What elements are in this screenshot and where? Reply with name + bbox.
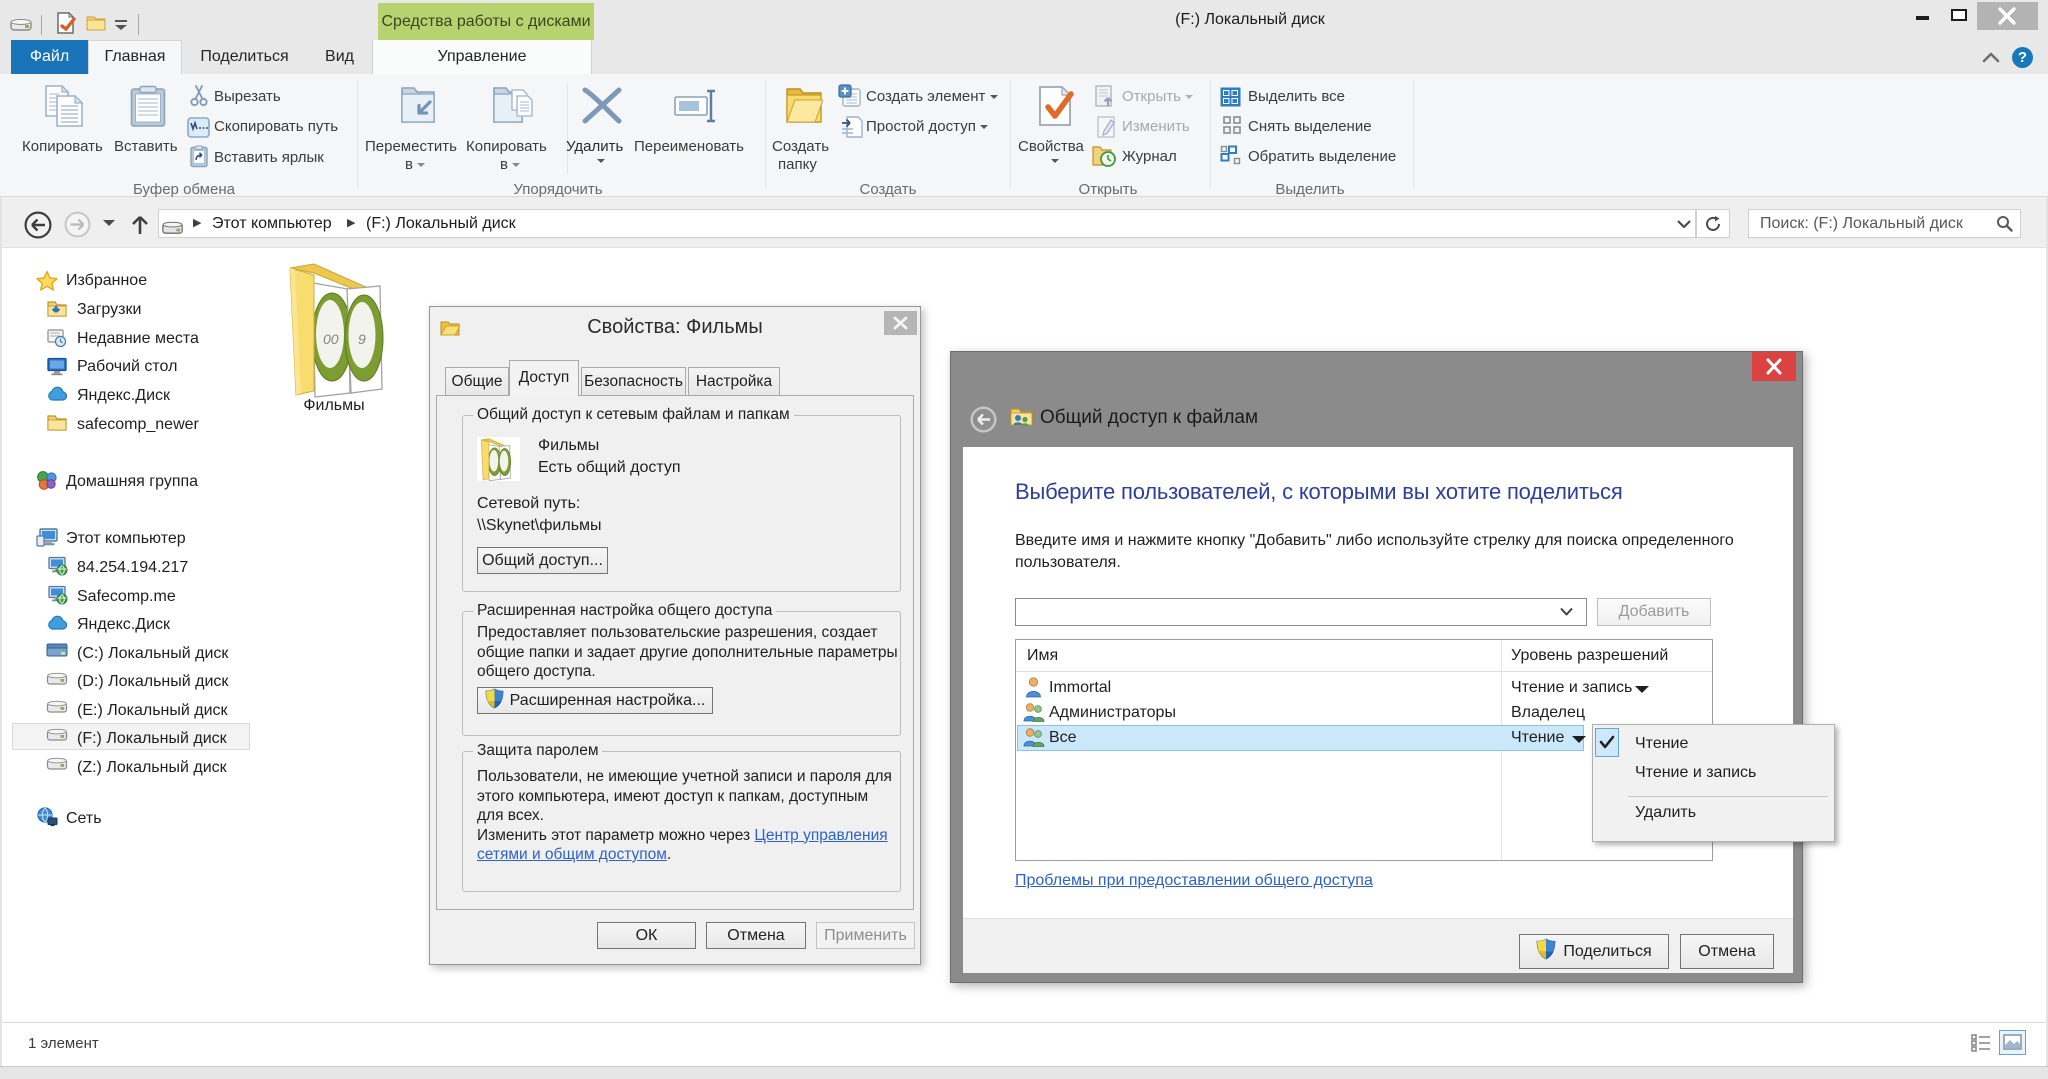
svg-text:00: 00 — [323, 331, 339, 347]
svg-text:9: 9 — [358, 331, 366, 347]
